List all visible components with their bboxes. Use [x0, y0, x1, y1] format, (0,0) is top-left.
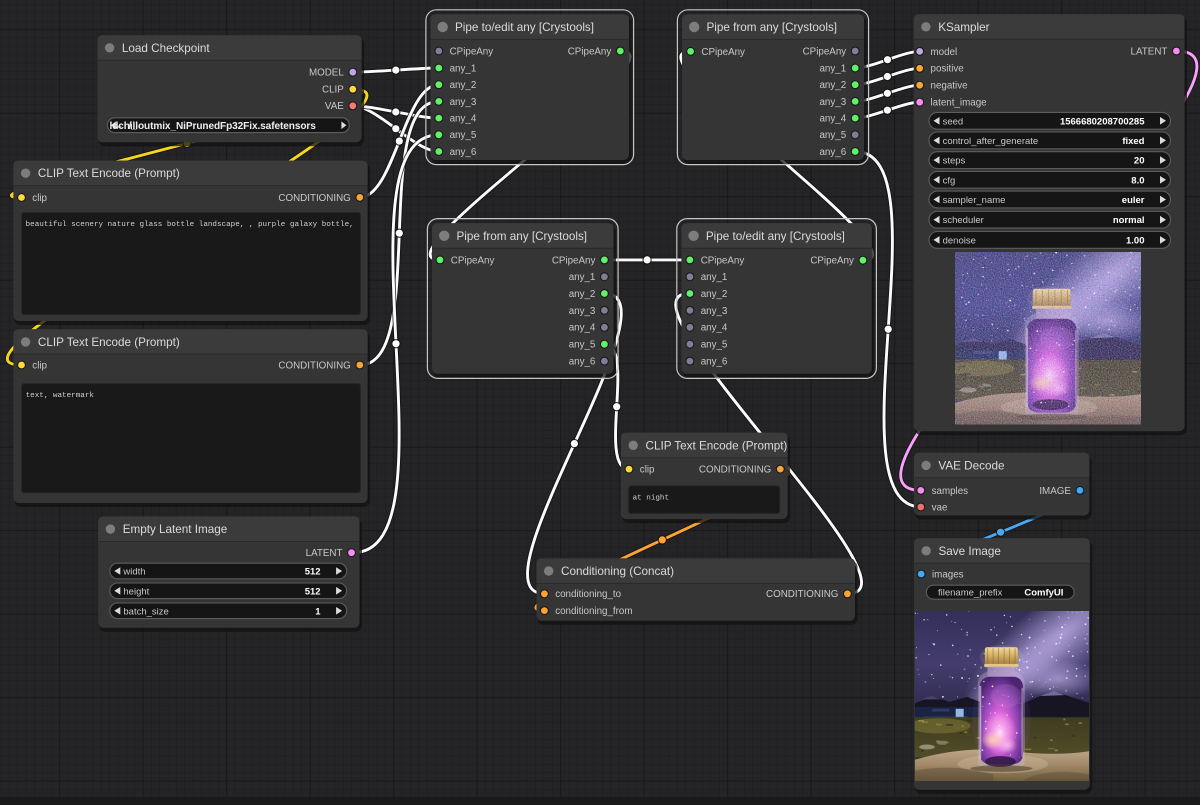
svg-text:Pipe to/edit any [Crystools]: Pipe to/edit any [Crystools] [706, 230, 845, 243]
svg-text:CONDITIONING: CONDITIONING [766, 589, 838, 600]
svg-text:8.0: 8.0 [1131, 175, 1144, 186]
svg-text:20: 20 [1134, 156, 1145, 167]
svg-text:any_4: any_4 [569, 323, 596, 334]
svg-text:any_1: any_1 [701, 272, 728, 283]
svg-text:samples: samples [932, 486, 969, 497]
svg-text:latent_image: latent_image [931, 98, 988, 109]
svg-text:batch_size: batch_size [123, 606, 168, 617]
svg-text:any_2: any_2 [701, 289, 728, 300]
svg-text:any_1: any_1 [569, 272, 596, 283]
svg-text:any_5: any_5 [819, 130, 846, 141]
svg-text:any_1: any_1 [450, 63, 477, 74]
svg-text:any_6: any_6 [450, 147, 477, 158]
svg-text:Pipe from any [Crystools]: Pipe from any [Crystools] [707, 21, 838, 34]
svg-text:sampler_name: sampler_name [943, 195, 1006, 206]
svg-text:CONDITIONING: CONDITIONING [278, 360, 350, 371]
svg-text:1: 1 [315, 606, 321, 617]
svg-text:CLIP Text Encode (Prompt): CLIP Text Encode (Prompt) [646, 439, 788, 452]
svg-text:CPipeAny: CPipeAny [701, 255, 745, 266]
svg-text:Save Image: Save Image [939, 545, 1001, 558]
svg-text:Empty Latent Image: Empty Latent Image [123, 523, 228, 536]
svg-text:any_6: any_6 [701, 357, 728, 368]
svg-text:any_3: any_3 [819, 97, 846, 108]
svg-text:positive: positive [931, 64, 965, 75]
svg-text:negative: negative [931, 81, 969, 92]
svg-text:seed: seed [943, 116, 964, 127]
svg-text:any_4: any_4 [701, 323, 728, 334]
svg-text:IMAGE: IMAGE [1039, 486, 1071, 497]
svg-text:clip: clip [32, 193, 47, 204]
svg-text:CPipeAny: CPipeAny [810, 256, 854, 267]
svg-text:clip: clip [640, 465, 655, 476]
svg-text:any_6: any_6 [819, 147, 846, 158]
svg-text:ld̶ch̸il̲loutmix_NiPrunedFp32F: ld̶ch̸il̲loutmix_NiPrunedFp32Fix.safeten… [110, 120, 317, 132]
svg-text:any_4: any_4 [450, 114, 477, 125]
svg-text:any_3: any_3 [701, 306, 728, 317]
svg-text:LATENT: LATENT [306, 548, 343, 559]
svg-text:Pipe from any [Crystools]: Pipe from any [Crystools] [457, 230, 588, 243]
svg-text:512: 512 [305, 567, 321, 578]
svg-text:CONDITIONING: CONDITIONING [278, 193, 350, 204]
svg-text:Pipe to/edit any [Crystools]: Pipe to/edit any [Crystools] [455, 21, 594, 34]
svg-text:at night: at night [633, 495, 669, 503]
svg-text:euler: euler [1122, 195, 1145, 206]
svg-text:LATENT: LATENT [1131, 46, 1168, 57]
svg-text:steps: steps [943, 156, 966, 167]
svg-text:CPipeAny: CPipeAny [803, 46, 847, 57]
svg-text:KSampler: KSampler [938, 21, 989, 34]
svg-text:vae: vae [932, 502, 948, 513]
svg-text:CPipeAny: CPipeAny [568, 46, 612, 57]
svg-text:CPipeAny: CPipeAny [451, 255, 495, 266]
svg-text:VAE Decode: VAE Decode [938, 459, 1004, 472]
svg-text:CONDITIONING: CONDITIONING [699, 465, 771, 476]
svg-text:conditioning_to: conditioning_to [555, 589, 621, 600]
svg-text:any_2: any_2 [569, 289, 596, 300]
svg-text:width: width [122, 567, 145, 578]
svg-text:CLIP: CLIP [322, 85, 344, 96]
svg-text:MODEL: MODEL [309, 68, 344, 79]
svg-text:cfg: cfg [943, 175, 956, 186]
svg-text:any_4: any_4 [819, 114, 846, 125]
svg-text:images: images [932, 569, 964, 580]
svg-text:any_6: any_6 [569, 357, 596, 368]
svg-text:ComfyUI: ComfyUI [1024, 588, 1063, 599]
svg-text:denoise: denoise [943, 235, 976, 246]
svg-text:text, watermark: text, watermark [26, 392, 95, 400]
svg-text:fixed: fixed [1122, 136, 1144, 147]
svg-text:any_2: any_2 [450, 80, 477, 91]
svg-text:Load Checkpoint: Load Checkpoint [122, 42, 210, 55]
svg-text:any_3: any_3 [569, 306, 596, 317]
svg-text:CPipeAny: CPipeAny [552, 255, 596, 266]
svg-text:beautiful scenery nature glass: beautiful scenery nature glass bottle la… [26, 221, 354, 229]
svg-text:any_2: any_2 [819, 80, 846, 91]
svg-text:scheduler: scheduler [943, 215, 984, 226]
svg-text:1566680208700285: 1566680208700285 [1060, 116, 1145, 127]
svg-text:CPipeAny: CPipeAny [450, 46, 494, 57]
svg-text:filename_prefix: filename_prefix [938, 588, 1003, 599]
svg-text:512: 512 [305, 586, 321, 597]
svg-text:height: height [123, 586, 149, 597]
svg-text:normal: normal [1113, 215, 1145, 226]
svg-text:CLIP Text Encode (Prompt): CLIP Text Encode (Prompt) [38, 167, 180, 180]
svg-text:1.00: 1.00 [1126, 235, 1145, 246]
svg-text:any_5: any_5 [701, 340, 728, 351]
svg-text:CLIP Text Encode (Prompt): CLIP Text Encode (Prompt) [38, 336, 180, 349]
svg-text:conditioning_from: conditioning_from [555, 606, 632, 617]
svg-text:any_1: any_1 [819, 63, 846, 74]
svg-text:control_after_generate: control_after_generate [943, 136, 1039, 147]
svg-text:VAE: VAE [325, 101, 344, 112]
svg-text:Conditioning (Concat): Conditioning (Concat) [561, 565, 674, 578]
svg-text:any_3: any_3 [450, 97, 477, 108]
svg-text:any_5: any_5 [569, 340, 596, 351]
svg-text:clip: clip [32, 360, 47, 371]
svg-text:any_5: any_5 [450, 130, 477, 141]
svg-text:model: model [931, 47, 958, 58]
svg-text:CPipeAny: CPipeAny [701, 47, 745, 58]
